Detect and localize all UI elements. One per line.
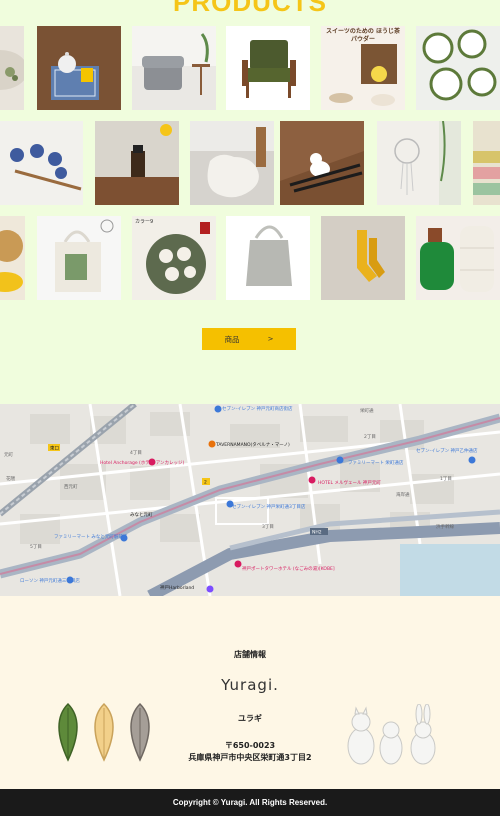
map-label: セブン-イレブン 神戸栄町通3丁目店	[232, 503, 306, 510]
product-tile-hojicha-powder[interactable]: スイーツのための ほうじ茶 パウダー	[321, 26, 405, 110]
store-info-section: 店舗情報 Yuragi. ユラギ 〒650-0023 兵庫県神戸市中央区栄町通3…	[0, 596, 500, 789]
hojicha-label: スイーツのための ほうじ茶 パウダー	[326, 28, 400, 43]
map-label: 神戸Harborland	[160, 584, 194, 591]
national-route-label: NH2	[312, 530, 322, 536]
map-label: 栄町通	[360, 407, 374, 414]
store-info-heading: 店舗情報	[234, 650, 266, 659]
products-link-label: 商品	[224, 334, 240, 344]
map-canvas[interactable]: 東口 2 NH2 セブン-イレブン 神戸元町商店街店 ファミリーマート 栄町通店…	[0, 404, 500, 596]
map-label: 4丁目	[130, 450, 142, 456]
map-label: TAVERNAMANO(タベルナ・マーノ)	[215, 441, 290, 448]
product-tile-dreamcatcher[interactable]	[377, 121, 461, 205]
map-label: 花隈	[6, 475, 15, 482]
footer: Copyright © Yuragi. All Rights Reserved.	[0, 789, 500, 816]
product-tile-tote-bag[interactable]	[37, 216, 121, 300]
store-logo: Yuragi.	[221, 676, 279, 694]
map-label: ファミリーマート みなと元町駅前店	[54, 533, 128, 540]
product-tile-fluffy-rug[interactable]	[190, 121, 274, 205]
map-label: みなと元町	[130, 511, 153, 518]
map-label: セブン-イレブン 神戸元町商店街店	[222, 405, 293, 412]
product-tile-aroma-oil[interactable]	[95, 121, 179, 205]
product-tile-rattan[interactable]	[0, 216, 25, 300]
product-tile-chopstick-rests[interactable]	[0, 121, 83, 205]
product-tile-yellow-socks[interactable]	[321, 216, 405, 300]
product-tile-fabric[interactable]	[473, 121, 500, 205]
flower-rug-label: カラー9	[135, 219, 154, 225]
map-label: 海岸通	[396, 491, 410, 498]
product-tile-teapot-mat[interactable]	[37, 26, 121, 110]
map-label: 西元町	[64, 484, 78, 490]
map-label: ファミリーマート 栄町通店	[348, 459, 404, 466]
product-tile-grey-sofa[interactable]	[132, 26, 216, 110]
map-label: 浜手幹線	[436, 523, 454, 530]
map-label: HOTEL メルヴェール 神戸元町	[318, 479, 381, 486]
products-section: PRODUCTS スイーツのための ほうじ茶 パウダー カラー9 商品 >	[0, 0, 500, 404]
product-tile-leaf-bowls[interactable]	[416, 26, 500, 110]
product-tile-green-cabinet[interactable]	[416, 216, 500, 300]
svg-text:東口: 東口	[50, 445, 59, 452]
map-label: 3丁目	[262, 524, 274, 530]
map-label: 5丁目	[30, 544, 42, 550]
store-map[interactable]: 東口 2 NH2 セブン-イレブン 神戸元町商店街店 ファミリーマート 栄町通店…	[0, 404, 500, 596]
product-tile-green-armchair[interactable]	[226, 26, 310, 110]
products-heading: PRODUCTS	[173, 0, 327, 17]
leaf-dishes-image	[58, 702, 150, 762]
map-label: 2丁目	[364, 434, 376, 440]
product-tile-flower-rug[interactable]: カラー9	[132, 216, 216, 300]
map-label: ローソン 神戸元町通三丁目店	[20, 577, 80, 584]
product-tile-grey-bag[interactable]	[226, 216, 310, 300]
products-link-button[interactable]: 商品 >	[202, 328, 296, 350]
map-label: 1丁目	[440, 476, 452, 482]
map-label: セブン-イレブン 神戸乙仲通店	[416, 447, 478, 454]
product-tile-bear-chopstick-rest[interactable]	[280, 121, 364, 205]
map-label: Hotel Anchorage (ホテル アンカレッジ)	[100, 460, 185, 466]
animal-figurines-image	[347, 704, 436, 765]
map-label: 神戸ポートタワーホテル (なごみの湯)[KOBE]	[242, 565, 335, 572]
product-tile-stone-dish[interactable]	[0, 26, 24, 110]
chevron-right-icon: >	[267, 335, 274, 343]
route-sign: 2	[204, 480, 207, 486]
map-label: 元町	[4, 452, 13, 458]
copyright-text: Copyright © Yuragi. All Rights Reserved.	[172, 798, 328, 807]
